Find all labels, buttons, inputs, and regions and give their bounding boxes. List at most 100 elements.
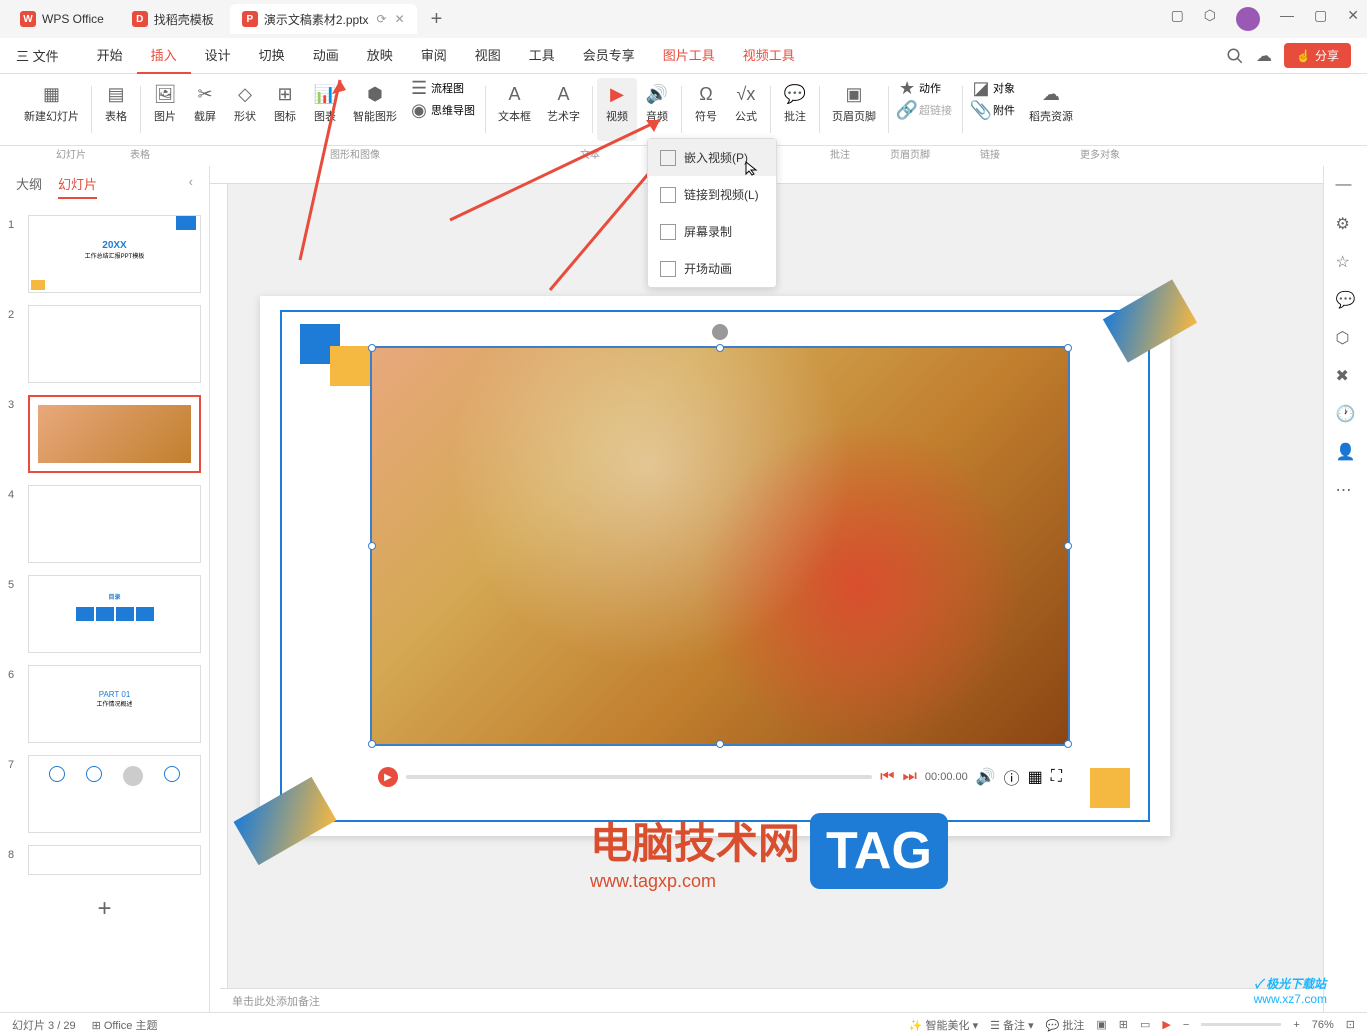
equation-button[interactable]: √x公式 bbox=[726, 78, 766, 141]
comment-sidebar-icon[interactable]: 💬 bbox=[1336, 290, 1356, 310]
tab-wps-office[interactable]: W WPS Office bbox=[8, 4, 116, 34]
volume-icon[interactable]: 🔊 bbox=[976, 767, 996, 787]
play-button[interactable]: ▶ bbox=[378, 767, 398, 787]
tab-design[interactable]: 设计 bbox=[191, 37, 245, 74]
maximize-button[interactable]: ▢ bbox=[1314, 7, 1327, 31]
image-button[interactable]: 🖼图片 bbox=[145, 78, 185, 141]
outline-tab[interactable]: 大纲 bbox=[16, 174, 42, 199]
avatar[interactable] bbox=[1236, 7, 1260, 31]
docer-resource-button[interactable]: ☁稻壳资源 bbox=[1021, 78, 1081, 141]
beautify-button[interactable]: ✨ 智能美化 ▾ bbox=[909, 1017, 978, 1033]
minimize-button[interactable]: — bbox=[1280, 7, 1294, 31]
file-menu[interactable]: 三 文件 bbox=[16, 46, 59, 65]
refresh-icon[interactable]: ⟳ bbox=[377, 12, 387, 26]
slide-thumb-2[interactable]: 2 bbox=[8, 305, 201, 383]
tab-transition[interactable]: 切换 bbox=[245, 37, 299, 74]
slideshow-icon[interactable]: ▶ bbox=[1162, 1018, 1170, 1031]
zoom-out-button[interactable]: − bbox=[1183, 1019, 1189, 1031]
capture-icon[interactable]: ▦ bbox=[1028, 767, 1043, 787]
collapse-icon[interactable]: ‹ bbox=[189, 174, 193, 199]
share-sidebar-icon[interactable]: 👤 bbox=[1336, 442, 1356, 462]
resize-handle-br[interactable] bbox=[1064, 740, 1072, 748]
zoom-level[interactable]: 76% bbox=[1312, 1019, 1334, 1031]
resize-handle-bl[interactable] bbox=[368, 740, 376, 748]
tab-member[interactable]: 会员专享 bbox=[569, 37, 649, 74]
zoom-slider[interactable] bbox=[1201, 1023, 1281, 1026]
opening-animation-item[interactable]: 开场动画 bbox=[648, 250, 776, 287]
comment-button[interactable]: 💬批注 bbox=[775, 78, 815, 141]
resize-handle-tm[interactable] bbox=[716, 344, 724, 352]
mindmap-button[interactable]: ◉思维导图 bbox=[405, 100, 481, 120]
flowchart-button[interactable]: ☰流程图 bbox=[405, 78, 481, 98]
slide-thumb-5[interactable]: 5目录 bbox=[8, 575, 201, 653]
comments-button[interactable]: 💬 批注 bbox=[1046, 1017, 1085, 1033]
add-slide-button[interactable]: + bbox=[8, 887, 201, 931]
hamburger-icon[interactable]: — bbox=[1336, 176, 1356, 196]
slides-tab[interactable]: 幻灯片 bbox=[58, 174, 97, 199]
resize-handle-tl[interactable] bbox=[368, 344, 376, 352]
slide-thumb-7[interactable]: 7 bbox=[8, 755, 201, 833]
close-button[interactable]: ✕ bbox=[1347, 7, 1359, 31]
chart-button[interactable]: 📊图表 bbox=[305, 78, 345, 141]
rotate-handle[interactable] bbox=[712, 324, 728, 340]
tab-presentation[interactable]: P 演示文稿素材2.pptx ⟳ ✕ bbox=[230, 4, 417, 34]
resize-handle-ml[interactable] bbox=[368, 542, 376, 550]
video-progress[interactable] bbox=[406, 775, 872, 779]
slide-thumb-1[interactable]: 120XX工作总结汇报PPT模板 bbox=[8, 215, 201, 293]
tab-video-tools[interactable]: 视频工具 bbox=[729, 37, 809, 74]
app-icon[interactable]: ▢ bbox=[1171, 7, 1184, 31]
new-slide-button[interactable]: ▦ 新建幻灯片 bbox=[16, 78, 87, 141]
share-button[interactable]: ☝分享 bbox=[1284, 43, 1351, 68]
fullscreen-icon[interactable]: ⛶ bbox=[1051, 768, 1062, 786]
prev-frame-button[interactable]: ⏮ bbox=[880, 768, 894, 786]
resource-icon[interactable]: ⬡ bbox=[1336, 328, 1356, 348]
table-button[interactable]: ▤ 表格 bbox=[96, 78, 136, 141]
search-icon[interactable] bbox=[1226, 47, 1244, 65]
slide-thumb-8[interactable]: 8 bbox=[8, 845, 201, 875]
history-icon[interactable]: 🕐 bbox=[1336, 404, 1356, 424]
tools-icon[interactable]: ✖ bbox=[1336, 366, 1356, 386]
resize-handle-mr[interactable] bbox=[1064, 542, 1072, 550]
tab-tools[interactable]: 工具 bbox=[515, 37, 569, 74]
video-frame[interactable] bbox=[370, 346, 1070, 746]
slide-thumb-6[interactable]: 6PART 01工作情况概述 bbox=[8, 665, 201, 743]
properties-icon[interactable]: ⚙ bbox=[1336, 214, 1356, 234]
audio-button[interactable]: 🔊音频 bbox=[637, 78, 677, 141]
action-button[interactable]: ★动作 bbox=[893, 78, 958, 98]
more-icon[interactable]: ⋯ bbox=[1336, 480, 1356, 500]
smartart-button[interactable]: ⬢智能图形 bbox=[345, 78, 405, 141]
symbol-button[interactable]: Ω符号 bbox=[686, 78, 726, 141]
resize-handle-tr[interactable] bbox=[1064, 344, 1072, 352]
reading-view-icon[interactable]: ▭ bbox=[1140, 1018, 1150, 1031]
tab-image-tools[interactable]: 图片工具 bbox=[649, 37, 729, 74]
sorter-view-icon[interactable]: ⊞ bbox=[1119, 1018, 1128, 1031]
tab-review[interactable]: 审阅 bbox=[407, 37, 461, 74]
tab-slideshow[interactable]: 放映 bbox=[353, 37, 407, 74]
fit-button[interactable]: ⊡ bbox=[1346, 1018, 1355, 1031]
info-icon[interactable]: ⓘ bbox=[1004, 765, 1020, 789]
wordart-button[interactable]: A艺术字 bbox=[539, 78, 588, 141]
notes-area[interactable]: 单击此处添加备注 bbox=[220, 988, 1323, 1012]
object-button[interactable]: ◪对象 bbox=[967, 78, 1021, 98]
textbox-button[interactable]: A文本框 bbox=[490, 78, 539, 141]
hyperlink-button[interactable]: 🔗超链接 bbox=[893, 100, 958, 120]
shape-button[interactable]: ◇形状 bbox=[225, 78, 265, 141]
tab-start[interactable]: 开始 bbox=[83, 37, 137, 74]
normal-view-icon[interactable]: ▣ bbox=[1096, 1018, 1106, 1031]
header-footer-button[interactable]: ▣页眉页脚 bbox=[824, 78, 884, 141]
cloud-icon[interactable]: ☁ bbox=[1256, 46, 1272, 66]
resize-handle-bm[interactable] bbox=[716, 740, 724, 748]
add-tab-button[interactable]: + bbox=[421, 8, 453, 31]
tab-insert[interactable]: 插入 bbox=[137, 37, 191, 74]
slide-thumb-4[interactable]: 4 bbox=[8, 485, 201, 563]
tab-templates[interactable]: D 找稻壳模板 bbox=[120, 4, 226, 34]
slide-thumb-3[interactable]: 3 bbox=[8, 395, 201, 473]
tab-animation[interactable]: 动画 bbox=[299, 37, 353, 74]
video-button[interactable]: ▶视频 bbox=[597, 78, 637, 141]
link-video-item[interactable]: 链接到视频(L) bbox=[648, 176, 776, 213]
icon-button[interactable]: ⊞图标 bbox=[265, 78, 305, 141]
zoom-in-button[interactable]: + bbox=[1293, 1019, 1299, 1031]
tab-view[interactable]: 视图 bbox=[461, 37, 515, 74]
notes-button[interactable]: ☰ 备注 ▾ bbox=[990, 1017, 1034, 1033]
screen-record-item[interactable]: 屏幕录制 bbox=[648, 213, 776, 250]
